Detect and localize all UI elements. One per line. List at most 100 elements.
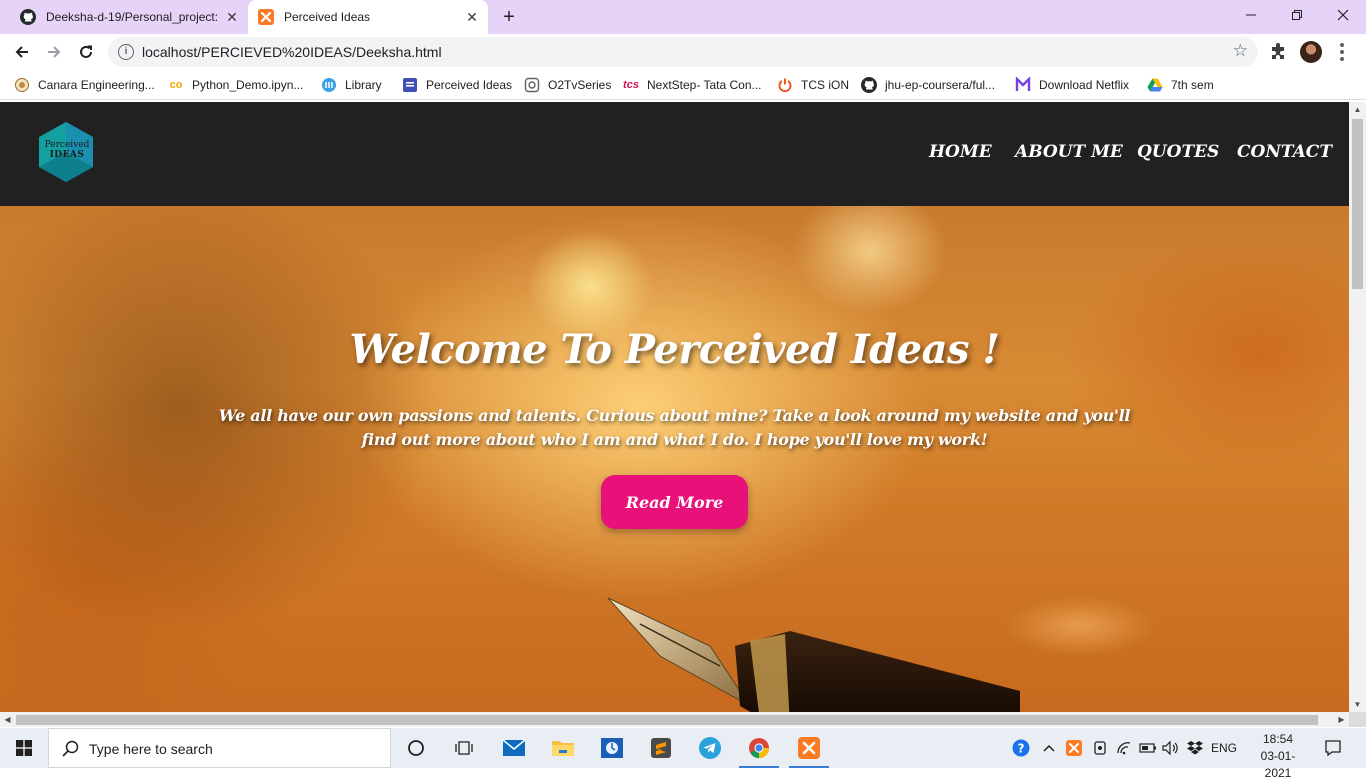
form-icon — [402, 77, 418, 93]
help-icon[interactable]: ? — [1010, 728, 1032, 768]
close-window-button[interactable] — [1320, 0, 1366, 30]
drive-icon — [1147, 77, 1163, 93]
bookmark-library[interactable]: Library — [321, 76, 382, 94]
xampp-taskbar-icon[interactable] — [785, 728, 833, 768]
file-explorer-icon[interactable] — [539, 728, 587, 768]
bookmark-label: Perceived Ideas — [426, 78, 513, 92]
tcs-ion-icon — [777, 77, 793, 93]
horizontal-scroll-thumb[interactable] — [16, 715, 1318, 725]
close-tab-icon[interactable]: ✕ — [464, 9, 480, 25]
logo-line-1: Perceived — [44, 140, 90, 150]
bookmark-label: TCS iON — [801, 78, 849, 92]
back-button[interactable] — [8, 38, 36, 66]
m-icon — [1015, 77, 1031, 93]
profile-avatar[interactable] — [1300, 41, 1322, 63]
task-view-icon[interactable] — [440, 728, 488, 768]
nav-about-me[interactable]: ABOUT ME — [1015, 142, 1123, 162]
bookmark-jhu-coursera[interactable]: jhu-ep-coursera/ful... — [861, 76, 995, 94]
control-panel-icon[interactable] — [588, 728, 636, 768]
bookmark-label: O2TvSeries — [548, 78, 612, 92]
tab-perceived-ideas[interactable]: Perceived Ideas ✕ — [248, 0, 488, 34]
read-more-button[interactable]: Read More — [601, 475, 748, 529]
logo-wordmark: Perceived IDEAS — [41, 140, 93, 160]
scroll-right-arrow[interactable]: ▶ — [1334, 712, 1349, 727]
vertical-scrollbar[interactable]: ▲ ▼ — [1349, 102, 1366, 712]
windows-taskbar: Type here to search ? ENG 18:54 03-01-20… — [0, 728, 1366, 780]
battery-icon[interactable] — [1138, 728, 1158, 768]
volume-icon[interactable] — [1160, 728, 1180, 768]
hero-section: Welcome To Perceived Ideas ! We all have… — [0, 206, 1349, 712]
bookmarks-bar: Canara Engineering... co Python_Demo.ipy… — [0, 70, 1366, 100]
browser-toolbar: i localhost/PERCIEVED%20IDEAS/Deeksha.ht… — [0, 34, 1366, 70]
new-tab-button[interactable]: + — [498, 6, 520, 28]
extensions-icon[interactable] — [1268, 42, 1288, 62]
xampp-tray-icon[interactable] — [1064, 728, 1084, 768]
scroll-down-arrow[interactable]: ▼ — [1349, 697, 1366, 712]
bookmark-tcs-ion[interactable]: TCS iON — [777, 76, 849, 94]
clock-time: 18:54 — [1262, 732, 1294, 746]
site-header: Perceived IDEAS HOME ABOUT ME QUOTES CON… — [0, 102, 1349, 206]
tcs-icon: tcs — [623, 79, 639, 91]
device-icon[interactable] — [1090, 728, 1110, 768]
bookmark-o2tvseries[interactable]: O2TvSeries — [524, 76, 611, 94]
horizontal-scrollbar[interactable]: ◀ ▶ — [0, 712, 1349, 727]
system-clock[interactable]: 18:54 03-01-2021 — [1252, 731, 1304, 782]
tab-title: Deeksha-d-19/Personal_project: I — [46, 10, 218, 24]
cortana-icon[interactable] — [392, 728, 440, 768]
canara-icon — [14, 77, 30, 93]
sublime-text-icon[interactable] — [637, 728, 685, 768]
url-text: localhost/PERCIEVED%20IDEAS/Deeksha.html — [142, 44, 442, 60]
page-viewport: Perceived IDEAS HOME ABOUT ME QUOTES CON… — [0, 102, 1349, 712]
hero-subtitle: We all have our own passions and talents… — [218, 406, 1131, 449]
bookmark-download-netflix[interactable]: Download Netflix — [1015, 76, 1129, 94]
taskbar-search[interactable]: Type here to search — [48, 728, 391, 768]
xampp-icon — [258, 9, 274, 25]
reload-button[interactable] — [72, 38, 100, 66]
bookmark-7th-sem[interactable]: 7th sem — [1147, 76, 1214, 94]
bookmark-nextstep[interactable]: tcs NextStep- Tata Con... — [623, 76, 762, 94]
vertical-scroll-thumb[interactable] — [1352, 119, 1363, 289]
address-bar[interactable]: i localhost/PERCIEVED%20IDEAS/Deeksha.ht… — [108, 37, 1258, 67]
chrome-icon[interactable] — [735, 728, 783, 768]
telegram-icon[interactable] — [686, 728, 734, 768]
language-indicator[interactable]: ENG — [1208, 728, 1240, 768]
bookmark-python-demo[interactable]: co Python_Demo.ipyn... — [168, 76, 304, 94]
nav-home[interactable]: HOME — [929, 142, 992, 162]
mail-icon[interactable] — [490, 728, 538, 768]
minimize-button[interactable] — [1228, 0, 1274, 30]
scroll-up-arrow[interactable]: ▲ — [1349, 102, 1366, 117]
bookmark-label: NextStep- Tata Con... — [647, 78, 762, 92]
browser-tab-strip: Deeksha-d-19/Personal_project: I ✕ Perce… — [0, 0, 1366, 34]
bookmark-perceived-ideas[interactable]: Perceived Ideas — [402, 76, 512, 94]
nav-quotes[interactable]: QUOTES — [1137, 142, 1219, 162]
bookmark-canara[interactable]: Canara Engineering... — [14, 76, 155, 94]
chrome-menu-icon[interactable] — [1334, 40, 1350, 64]
start-button[interactable] — [0, 728, 48, 768]
scroll-left-arrow[interactable]: ◀ — [0, 712, 15, 727]
bookmark-label: Python_Demo.ipyn... — [192, 78, 304, 92]
bookmark-star-icon[interactable]: ☆ — [1233, 41, 1248, 61]
o2tv-icon — [524, 77, 540, 93]
search-placeholder: Type here to search — [89, 741, 213, 757]
windows-logo-icon — [16, 740, 32, 756]
library-icon — [321, 77, 337, 93]
bookmark-label: Download Netflix — [1039, 78, 1130, 92]
hero-background-shade — [0, 206, 520, 712]
logo-line-2: IDEAS — [49, 150, 85, 160]
hero-title: Welcome To Perceived Ideas ! — [349, 326, 1000, 373]
show-hidden-icons-chevron-up-icon[interactable] — [1040, 728, 1058, 768]
clock-date: 03-01-2021 — [1260, 749, 1296, 780]
site-logo[interactable]: Perceived IDEAS — [36, 120, 96, 184]
forward-button[interactable] — [40, 38, 68, 66]
close-tab-icon[interactable]: ✕ — [224, 9, 240, 25]
tab-github[interactable]: Deeksha-d-19/Personal_project: I ✕ — [8, 0, 248, 34]
notifications-icon[interactable] — [1318, 728, 1348, 768]
nav-contact[interactable]: CONTACT — [1237, 142, 1332, 162]
info-icon[interactable]: i — [118, 44, 134, 60]
fountain-pen-image — [607, 597, 1020, 712]
restore-button[interactable] — [1274, 0, 1320, 30]
dropbox-icon[interactable] — [1184, 728, 1206, 768]
wifi-icon[interactable] — [1114, 728, 1134, 768]
bookmark-label: jhu-ep-coursera/ful... — [885, 78, 996, 92]
bookmark-label: 7th sem — [1171, 78, 1214, 92]
